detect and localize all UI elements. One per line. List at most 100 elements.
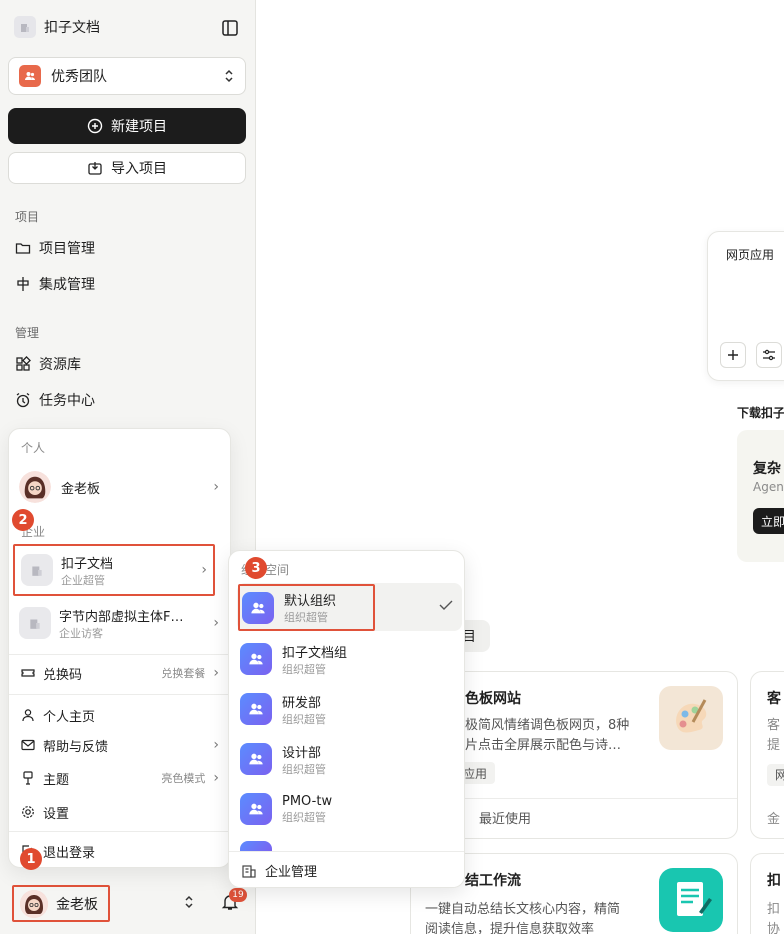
card-footer: 最近使用	[479, 812, 532, 827]
menu-divider	[9, 694, 230, 695]
personal-label: 个人	[21, 441, 46, 455]
promo-title: 复杂	[753, 461, 781, 477]
side-card-title: 扣	[767, 873, 781, 889]
personal-account-item[interactable]: 金老板 ›	[19, 469, 219, 505]
import-icon	[87, 160, 103, 176]
step-badge-2: 2	[12, 509, 34, 531]
settings-sliders-icon[interactable]	[756, 342, 782, 368]
grid-icon	[15, 356, 31, 372]
avatar	[20, 889, 48, 918]
org-item-rd[interactable]: 研发部 组织超管	[240, 691, 450, 727]
org-name: 研发部	[282, 695, 322, 711]
team-selector[interactable]: 优秀团队	[8, 57, 246, 95]
app-name: 扣子文档	[44, 20, 100, 36]
gear-icon	[21, 805, 35, 819]
sidebar-toggle-icon[interactable]	[221, 19, 239, 37]
side-card-line-1: 扣	[767, 902, 781, 917]
user-profile-button[interactable]: 金老板	[12, 885, 110, 922]
org-item-default[interactable]: 默认组织 组织超管	[238, 584, 375, 631]
new-project-button[interactable]: 新建项目	[8, 108, 246, 144]
org-item-design[interactable]: 设计部 组织超管	[240, 741, 450, 777]
redeem-item[interactable]: 兑换码 兑换套餐 ›	[21, 661, 219, 685]
personal-name: 金老板	[61, 481, 101, 497]
nav-task-center[interactable]: 任务中心	[15, 388, 95, 412]
user-icon	[21, 708, 35, 722]
homepage-label: 个人主页	[43, 709, 96, 725]
enterprise-item-kouzi[interactable]: 扣子文档 企业超管 ›	[13, 544, 215, 596]
redeem-hint: 兑换套餐	[161, 667, 206, 680]
check-icon	[439, 599, 453, 611]
menu-divider	[9, 654, 230, 655]
menu-divider	[9, 831, 230, 832]
chevron-right-icon: ›	[213, 479, 219, 495]
add-icon[interactable]	[720, 342, 746, 368]
document-edit-icon	[659, 868, 723, 932]
nav-integration-manage[interactable]: 集成管理	[15, 272, 95, 296]
theme-item[interactable]: 主题 亮色模式 ›	[21, 766, 219, 790]
org-name: 扣子文档组	[282, 645, 348, 661]
org-role: 组织超管	[282, 712, 326, 726]
alarm-clock-icon	[15, 392, 31, 408]
step-badge-3: 3	[245, 557, 267, 579]
team-icon	[240, 643, 272, 675]
import-project-button[interactable]: 导入项目	[8, 152, 246, 184]
chevron-right-icon: ›	[213, 737, 219, 753]
team-name: 优秀团队	[51, 69, 107, 85]
mail-icon	[21, 738, 35, 752]
project-card-side-2[interactable]: 扣 扣 协	[750, 853, 784, 934]
org-item-pmo[interactable]: PMO-tw 组织超管	[240, 791, 450, 827]
enterprise-manage-item[interactable]: 企业管理	[241, 861, 317, 880]
help-item[interactable]: 帮助与反馈 ›	[21, 733, 219, 757]
notification-badge: 19	[229, 888, 247, 902]
web-app-card[interactable]: 网页应用	[707, 231, 784, 381]
org-space-submenu: 组织空间 默认组织 组织超管 扣子文档组组织超管 研发部组织超管 设计部组织超管…	[228, 550, 465, 888]
nav-resource-library-label: 资源库	[39, 357, 81, 373]
logout-label: 退出登录	[43, 845, 96, 861]
org-role: 组织超管	[284, 611, 328, 624]
team-icon	[240, 693, 272, 725]
project-card-side-1[interactable]: 客 客 提 网 金	[750, 671, 784, 839]
download-title: 下载扣子	[737, 406, 784, 420]
nav-resource-library[interactable]: 资源库	[15, 352, 81, 376]
promo-card: 复杂 Agen 立即	[737, 430, 784, 562]
nav-project-manage-label: 项目管理	[39, 241, 95, 257]
plus-circle-icon	[87, 118, 103, 134]
theme-value: 亮色模式	[161, 772, 206, 785]
promo-sub: Agen	[753, 480, 784, 494]
team-icon	[19, 65, 41, 87]
settings-item[interactable]: 设置	[21, 800, 219, 824]
import-project-label: 导入项目	[111, 161, 167, 177]
team-icon	[240, 793, 272, 825]
nav-project-manage[interactable]: 项目管理	[15, 236, 95, 260]
building-icon	[19, 607, 51, 639]
web-app-tag: 网页应用	[726, 248, 775, 262]
side-card-line-2: 协	[767, 922, 781, 934]
org-item-kouzi-group[interactable]: 扣子文档组 组织超管	[240, 641, 450, 677]
org-name: PMO-tw	[282, 793, 333, 809]
enterprise-item-bytedance[interactable]: 字节内部虚拟主体F… 企业访客 ›	[19, 605, 219, 641]
nav-task-center-label: 任务中心	[39, 393, 95, 409]
side-card-line-2: 提	[767, 738, 781, 753]
org-name: 扣子文档	[61, 556, 114, 572]
promo-button[interactable]: 立即	[753, 508, 784, 534]
chevron-right-icon: ›	[213, 770, 219, 786]
card-title: 色板网站	[465, 691, 521, 707]
chevron-updown-icon[interactable]	[183, 895, 195, 909]
logout-item[interactable]: 退出登录	[21, 839, 219, 863]
app-header[interactable]: 扣子文档	[14, 16, 100, 38]
side-card-line-1: 客	[767, 718, 781, 733]
section-manage-label: 管理	[15, 326, 40, 340]
chevron-right-icon: ›	[213, 665, 219, 681]
homepage-item[interactable]: 个人主页	[21, 703, 219, 727]
nav-integration-manage-label: 集成管理	[39, 277, 95, 293]
card-desc-1: 极简风情绪调色板网页，8种	[465, 718, 630, 733]
card-desc-1: 一键自动总结长文核心内容，精简	[425, 902, 621, 917]
org-name: 字节内部虚拟主体F…	[59, 609, 184, 625]
help-label: 帮助与反馈	[43, 739, 109, 755]
user-name: 金老板	[56, 896, 98, 913]
integration-icon	[15, 276, 31, 292]
account-menu: 个人 金老板 › 企业 扣子文档 企业超管 › 字节内部虚拟主体F… 企业访客 …	[8, 428, 231, 868]
section-project-label: 项目	[15, 210, 40, 224]
org-role: 组织超管	[282, 762, 326, 776]
palette-icon	[659, 686, 723, 750]
